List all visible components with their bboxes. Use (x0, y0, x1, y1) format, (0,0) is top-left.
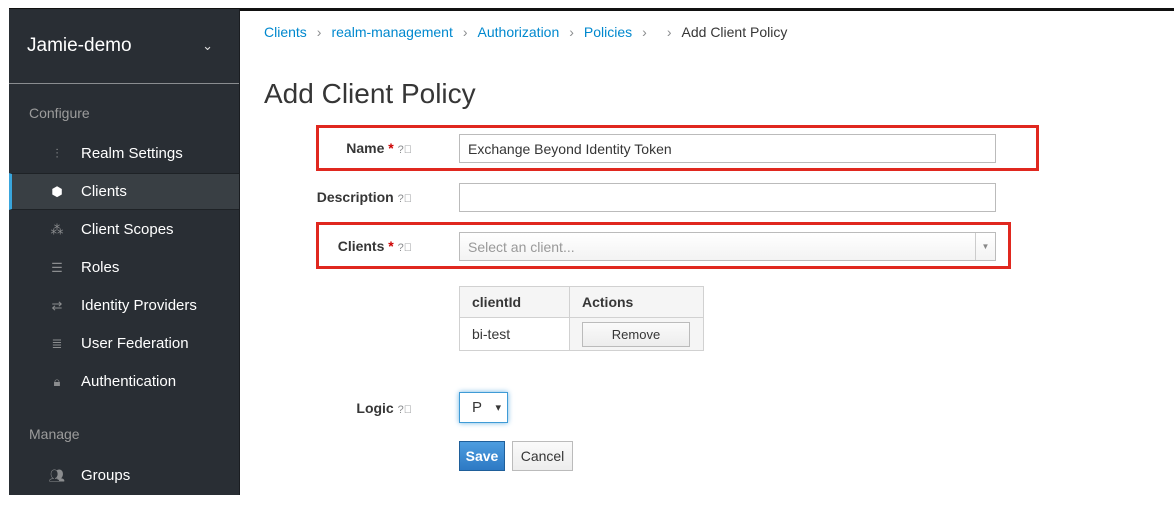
help-icon: ?⃝ (397, 144, 412, 156)
help-icon: ?⃝ (397, 404, 412, 416)
chevron-right-icon: › (462, 24, 468, 40)
users-icon: 👥︎ (48, 467, 66, 483)
chevron-right-icon: › (569, 24, 574, 40)
breadcrumb-clients[interactable]: Clients (264, 24, 307, 40)
clients-placeholder: Select an client... (468, 239, 575, 255)
cancel-button[interactable]: Cancel (512, 441, 573, 471)
sidebar-item-groups[interactable]: 👥︎ Groups (9, 457, 239, 494)
chevron-right-icon: › (666, 24, 672, 40)
description-input[interactable] (459, 183, 996, 212)
client-id-cell: bi-test (459, 317, 570, 351)
logic-select[interactable]: P ▾ (459, 392, 508, 423)
database-icon: ≣ (51, 335, 63, 351)
save-button[interactable]: Save (459, 441, 505, 471)
chevron-right-icon: › (642, 24, 647, 40)
sidebar-item-user-federation[interactable]: ≣ User Federation (9, 325, 239, 362)
sidebar-item-client-scopes[interactable]: ⁂ Client Scopes (9, 211, 239, 248)
description-label: Description ?⃝ (316, 189, 412, 205)
lock-icon: 🔒︎ (53, 373, 61, 389)
breadcrumb-current: Add Client Policy (681, 24, 788, 40)
logic-label: Logic ?⃝ (356, 400, 412, 416)
realm-name: Jamie-demo (27, 35, 132, 56)
sidebar-item-roles[interactable]: ☰ Roles (9, 249, 239, 286)
sidebar-item-label: Identity Providers (81, 297, 197, 314)
sidebar-item-label: Clients (81, 183, 127, 200)
chevron-down-icon: ⌄ (202, 38, 213, 53)
column-header-clientid: clientId (459, 286, 570, 318)
chevron-down-icon: ▾ (495, 402, 501, 414)
sidebar-item-realm-settings[interactable]: ⫶ Realm Settings (9, 135, 239, 172)
sidebar: Jamie-demo ⌄ Configure ⫶ Realm Settings ⬢… (9, 9, 240, 495)
sidebar-item-label: Roles (81, 259, 120, 276)
column-header-actions: Actions (569, 286, 704, 318)
sidebar-item-clients[interactable]: ⬢ Clients (9, 173, 239, 210)
cubes-icon: ⁂ (50, 221, 64, 237)
sidebar-item-label: Client Scopes (81, 221, 174, 238)
clients-label: Clients * ?⃝ (337, 238, 412, 254)
cube-icon: ⬢ (51, 183, 63, 199)
clients-table: clientId Actions bi-test Remove (459, 286, 704, 351)
table-row: bi-test Remove (459, 317, 704, 351)
sidebar-item-label: Authentication (81, 373, 177, 390)
name-input[interactable]: Exchange Beyond Identity Token (459, 134, 996, 163)
dropdown-arrow-icon[interactable]: ▼ (975, 233, 995, 260)
sidebar-item-authentication[interactable]: 🔒︎ Authentication (9, 363, 239, 400)
sidebar-item-identity-providers[interactable]: ⇄ Identity Providers (9, 287, 239, 324)
section-configure: Configure (29, 105, 90, 121)
realm-selector[interactable]: Jamie-demo ⌄ (9, 9, 239, 84)
breadcrumb-realm-management[interactable]: realm-management (331, 24, 452, 40)
sidebar-item-label: User Federation (81, 335, 189, 352)
list-icon: ☰ (51, 259, 63, 275)
clients-select[interactable]: Select an client... ▼ (459, 232, 996, 261)
page-title: Add Client Policy (264, 78, 476, 109)
breadcrumb-authorization[interactable]: Authorization (478, 24, 560, 40)
remove-button[interactable]: Remove (582, 321, 690, 347)
chevron-right-icon: › (316, 24, 322, 40)
logic-value: P (472, 399, 483, 416)
exchange-icon: ⇄ (51, 297, 63, 313)
sliders-icon: ⫶ (55, 145, 59, 161)
help-icon: ?⃝ (397, 193, 412, 205)
breadcrumb-policies[interactable]: Policies (584, 24, 632, 40)
help-icon: ?⃝ (397, 242, 412, 254)
section-manage: Manage (29, 426, 80, 442)
sidebar-item-label: Groups (81, 467, 131, 484)
name-label: Name * ?⃝ (346, 140, 412, 156)
breadcrumb: Clients › realm-management › Authorization… (264, 24, 787, 40)
sidebar-item-label: Realm Settings (81, 145, 183, 162)
